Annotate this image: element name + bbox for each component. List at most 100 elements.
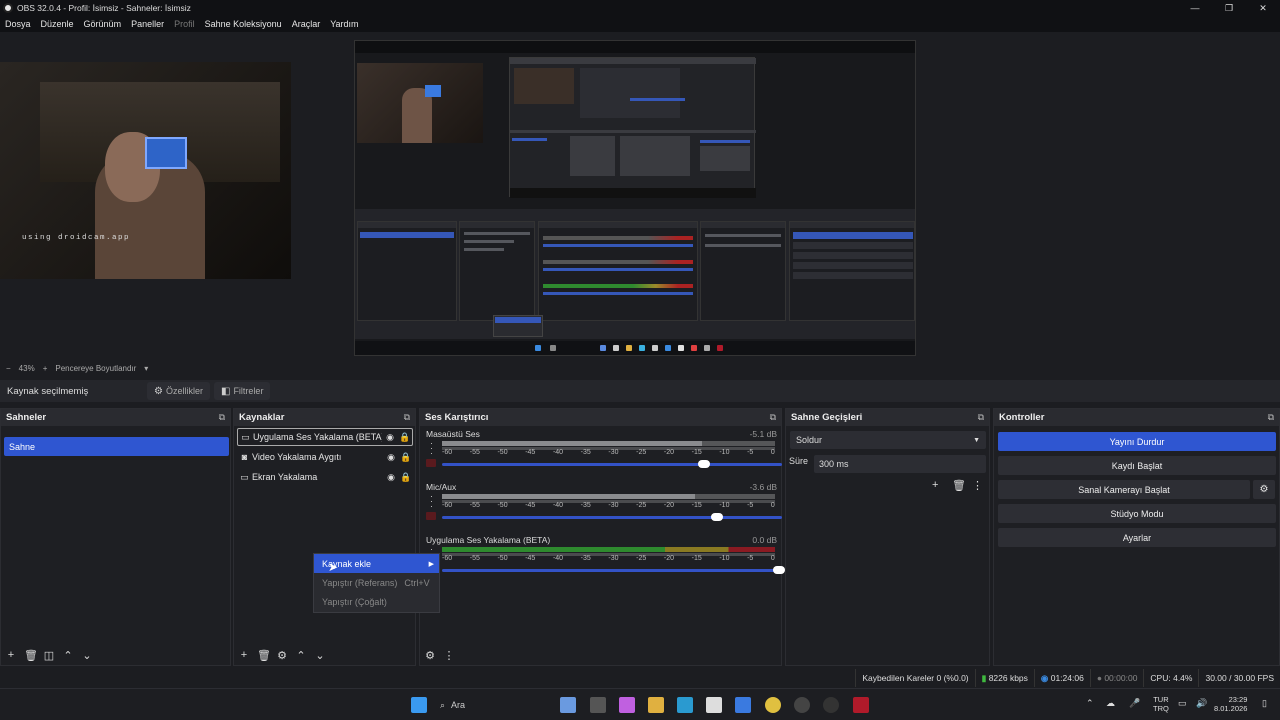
start-recording-button[interactable]: Kaydı Başlat [998, 456, 1276, 475]
source-properties-button[interactable]: ⚙ [276, 649, 288, 662]
chevron-up-icon[interactable]: ⌃ [1086, 698, 1094, 709]
visibility-eye-icon[interactable]: ◉ [382, 432, 398, 443]
menu-scene-collection[interactable]: Sahne Koleksiyonu [205, 19, 282, 29]
remove-source-button[interactable]: 🗑 [257, 649, 271, 662]
channel-options-icon[interactable]: ··· [430, 439, 433, 458]
fit-to-window-button[interactable]: Pencereye Boyutlandır [55, 364, 136, 373]
clock[interactable]: 23:29 8.01.2026 [1214, 695, 1247, 713]
channel-options-icon[interactable]: ··· [430, 492, 433, 511]
volume-slider[interactable] [442, 516, 782, 519]
mute-icon[interactable] [426, 512, 436, 520]
menu-profile[interactable]: Profil [174, 19, 195, 29]
app-icon-red[interactable] [853, 697, 869, 713]
minimize-button[interactable]: — [1178, 0, 1212, 16]
cloud-icon[interactable]: ☁ [1106, 698, 1115, 709]
volume-slider-knob[interactable] [711, 513, 724, 521]
start-virtual-camera-button[interactable]: Sanal Kamerayı Başlat [998, 480, 1250, 499]
virtual-camera-gear-icon[interactable]: ⚙ [1253, 480, 1275, 499]
settings-button[interactable]: Ayarlar [998, 528, 1276, 547]
tick-label: -40 [552, 555, 564, 562]
visibility-eye-icon[interactable]: ◉ [383, 452, 399, 463]
app-icon[interactable] [823, 697, 839, 713]
menu-file[interactable]: Dosya [5, 19, 31, 29]
mute-icon[interactable] [426, 459, 436, 467]
menu-tools[interactable]: Araçlar [292, 19, 321, 29]
float-dock-icon[interactable]: ⧉ [219, 412, 225, 423]
volume-slider-knob[interactable] [772, 566, 785, 574]
volume-meter [442, 547, 775, 552]
zoom-out-button[interactable]: − [6, 364, 11, 373]
transition-options-icon[interactable]: ⋮ [972, 479, 983, 492]
tick-label: -45 [525, 449, 536, 456]
tick-label: 0 [770, 502, 775, 509]
menu-edit[interactable]: Düzenle [41, 19, 74, 29]
source-item[interactable]: ▭ Ekran Yakalama ◉ 🔒 [237, 468, 413, 486]
volume-slider[interactable] [442, 463, 782, 466]
visibility-eye-icon[interactable]: ◉ [383, 472, 399, 483]
preview-canvas[interactable]: using droidcam.app [0, 32, 1280, 360]
source-item[interactable]: ◙ Video Yakalama Aygıtı ◉ 🔒 [237, 448, 413, 466]
more-options-icon[interactable]: ⋮ [443, 649, 455, 662]
add-source-button[interactable]: + [238, 649, 250, 661]
chevron-down-icon[interactable]: ▾ [144, 364, 148, 373]
meter-ticks: -60 -55 -50 -45 -40 -35 -30 -25 -20 -15 -10 -5 0 [442, 449, 775, 459]
menu-help[interactable]: Yardım [330, 19, 358, 29]
notification-icon[interactable]: ▯ [1262, 698, 1267, 709]
edge-icon[interactable] [677, 697, 693, 713]
copilot-app-icon[interactable] [560, 697, 576, 713]
mail-icon[interactable] [735, 697, 751, 713]
volume-icon[interactable]: 🔊 [1196, 698, 1207, 709]
lock-icon[interactable]: 🔒 [399, 452, 413, 463]
paste-duplicate-menu-item[interactable]: Yapıştır (Çoğalt) [314, 592, 439, 611]
maximize-button[interactable]: ❐ [1212, 0, 1246, 16]
task-view-icon[interactable] [590, 697, 606, 713]
move-down-button[interactable]: ⌄ [314, 649, 326, 662]
tick-label: -50 [497, 502, 508, 509]
stop-streaming-button[interactable]: Yayını Durdur [998, 432, 1276, 451]
lock-icon[interactable]: 🔒 [398, 432, 412, 443]
scene-filters-button[interactable]: ◫ [43, 649, 55, 662]
taskbar-search[interactable]: ⌕ Ara [440, 696, 540, 714]
move-down-button[interactable]: ⌄ [81, 649, 93, 662]
scene-item[interactable]: Sahne [4, 437, 229, 456]
float-dock-icon[interactable]: ⧉ [1268, 412, 1274, 423]
float-dock-icon[interactable]: ⧉ [770, 412, 776, 423]
menu-view[interactable]: Görünüm [84, 19, 122, 29]
lock-icon[interactable]: 🔒 [399, 472, 413, 483]
volume-slider-knob[interactable] [697, 460, 710, 468]
controls-dock: Kontroller ⧉ Yayını Durdur Kaydı Başlat S… [993, 408, 1280, 666]
transition-select[interactable]: Soldur ▼ [790, 431, 986, 449]
file-explorer-icon[interactable] [648, 697, 664, 713]
studio-mode-button[interactable]: Stüdyo Modu [998, 504, 1276, 523]
copilot-icon[interactable] [619, 697, 635, 713]
zoom-in-button[interactable]: + [43, 364, 48, 373]
chrome-icon[interactable] [765, 697, 781, 713]
float-dock-icon[interactable]: ⧉ [404, 412, 410, 423]
mixer-settings-icon[interactable]: ⚙ [424, 649, 436, 662]
add-transition-button[interactable]: + [932, 479, 938, 491]
remove-transition-button[interactable]: 🗑 [952, 479, 966, 492]
store-icon[interactable] [706, 697, 722, 713]
language-indicator[interactable]: TUR TRQ [1153, 695, 1169, 713]
add-scene-button[interactable]: + [5, 649, 17, 661]
remove-scene-button[interactable]: 🗑 [24, 649, 38, 662]
close-button[interactable]: ✕ [1246, 0, 1280, 16]
menu-docks[interactable]: Paneller [131, 19, 164, 29]
filters-button[interactable]: ◧ Filtreler [213, 382, 271, 400]
properties-button[interactable]: ⚙ Özellikler [147, 382, 210, 400]
move-up-button[interactable]: ⌃ [62, 649, 74, 662]
tick-label: -55 [469, 555, 480, 562]
network-icon[interactable]: ▭ [1178, 698, 1187, 709]
windows-start-icon[interactable] [411, 697, 427, 713]
stream-icon: ◉ [1040, 672, 1049, 683]
volume-slider[interactable] [442, 569, 782, 572]
obs-taskbar-icon[interactable] [794, 697, 810, 713]
move-up-button[interactable]: ⌃ [295, 649, 307, 662]
paste-reference-menu-item[interactable]: Yapıştır (Referans) Ctrl+V [314, 573, 439, 592]
duration-input[interactable]: 300 ms [814, 455, 986, 473]
microphone-icon[interactable]: 🎤 [1129, 698, 1140, 709]
mixer-title: Ses Karıştırıcı [425, 412, 489, 423]
volume-meter [442, 494, 775, 499]
source-item[interactable]: ▭ Uygulama Ses Yakalama (BETA) ◉ 🔒 [237, 428, 413, 446]
float-dock-icon[interactable]: ⧉ [978, 412, 984, 423]
